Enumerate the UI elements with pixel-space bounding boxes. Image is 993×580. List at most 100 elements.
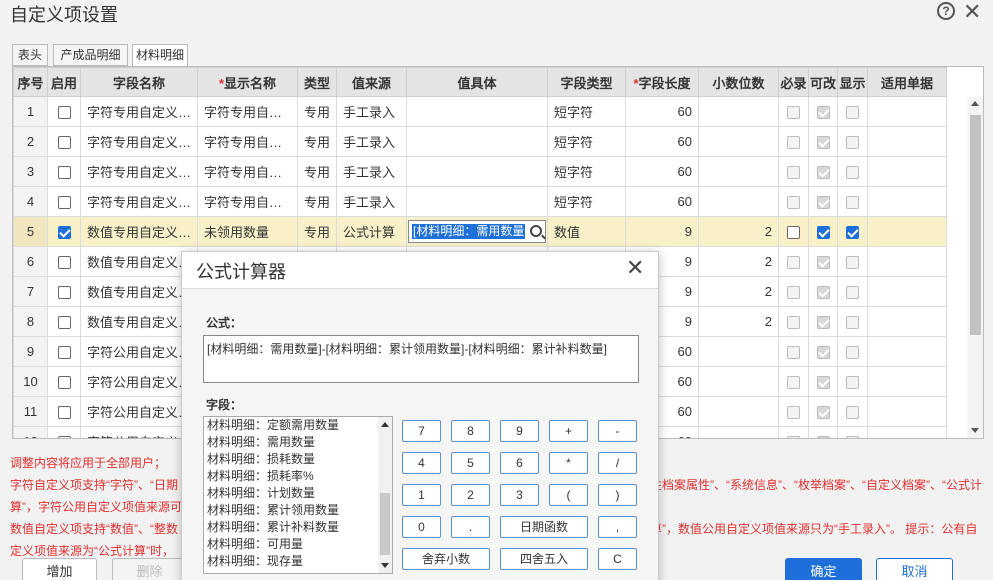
cell-enable[interactable] — [47, 396, 81, 427]
cell-display[interactable] — [837, 96, 868, 127]
list-item[interactable]: 材料明细：需用数量 — [204, 434, 392, 451]
date-function-button[interactable]: 日期函数 — [500, 516, 588, 538]
cell-field-length[interactable]: 60 — [625, 156, 699, 187]
cell-value-source[interactable]: 手工录入 — [336, 126, 407, 157]
cell-decimals[interactable] — [698, 156, 779, 187]
cell-display-name[interactable]: 字符专用自… — [197, 96, 298, 127]
enable-checkbox[interactable] — [57, 286, 71, 300]
col-type[interactable]: 类型 — [297, 67, 337, 97]
cell-required[interactable] — [778, 396, 809, 427]
cell-value-detail[interactable] — [406, 126, 548, 157]
cell-decimals[interactable] — [698, 126, 779, 157]
cell-display[interactable] — [837, 336, 868, 367]
key-lparen-button[interactable]: ( — [549, 484, 588, 506]
enable-checkbox[interactable] — [57, 226, 71, 240]
list-item[interactable]: 材料明细：现存量 — [204, 553, 392, 570]
editable-checkbox[interactable] — [816, 346, 830, 360]
display-checkbox[interactable] — [846, 226, 859, 240]
cell-required[interactable] — [778, 336, 809, 367]
required-checkbox[interactable] — [787, 226, 800, 240]
cell-required[interactable] — [778, 156, 809, 187]
cell-field-name[interactable]: 字符专用自定义… — [80, 186, 198, 217]
cell-enable[interactable] — [47, 306, 81, 337]
cell-type[interactable]: 专用 — [297, 96, 337, 127]
cell-applicable[interactable] — [867, 426, 947, 438]
cell-applicable[interactable] — [867, 186, 947, 217]
cell-field-name[interactable]: 字符专用自定义… — [80, 96, 198, 127]
cell-field-length[interactable]: 9 — [625, 216, 699, 247]
display-checkbox[interactable] — [846, 406, 859, 420]
delete-button[interactable]: 删除 — [112, 558, 187, 580]
tab-finished-goods-detail[interactable]: 产成品明细 — [53, 44, 128, 66]
cell-applicable[interactable] — [867, 156, 947, 187]
cell-enable[interactable] — [47, 216, 81, 247]
display-checkbox[interactable] — [846, 346, 859, 360]
cell-editable[interactable] — [808, 306, 838, 337]
cell-field-type[interactable]: 短字符 — [547, 156, 626, 187]
scroll-down-icon[interactable] — [381, 563, 389, 568]
scroll-down-icon[interactable] — [971, 428, 979, 433]
cell-display[interactable] — [837, 216, 868, 247]
required-checkbox[interactable] — [787, 406, 800, 420]
required-checkbox[interactable] — [787, 196, 800, 210]
table-row[interactable]: 2 字符专用自定义… 字符专用自… 专用 手工录入 短字符 60 — [13, 126, 947, 157]
cell-required[interactable] — [778, 216, 809, 247]
editable-checkbox[interactable] — [816, 436, 830, 438]
cell-applicable[interactable] — [867, 96, 947, 127]
cell-decimals[interactable]: 2 — [698, 276, 779, 307]
table-row[interactable]: 4 字符专用自定义… 字符专用自… 专用 手工录入 短字符 60 — [13, 186, 947, 217]
key-dot-button[interactable]: . — [451, 516, 490, 538]
cell-display-name[interactable]: 字符专用自… — [197, 156, 298, 187]
cell-type[interactable]: 专用 — [297, 126, 337, 157]
cell-type[interactable]: 专用 — [297, 156, 337, 187]
col-enable[interactable]: 启用 — [47, 67, 81, 97]
field-list[interactable]: 材料明细：定额需用数量 材料明细：需用数量 材料明细：损耗数量 材料明细：损耗率% 材料… — [203, 416, 393, 574]
cell-applicable[interactable] — [867, 396, 947, 427]
cell-editable[interactable] — [808, 126, 838, 157]
cell-field-length[interactable]: 60 — [625, 126, 699, 157]
cell-decimals[interactable]: 2 — [698, 246, 779, 277]
cell-value-source[interactable]: 手工录入 — [336, 186, 407, 217]
enable-checkbox[interactable] — [57, 376, 71, 390]
cell-field-name[interactable]: 字符公用自定义… — [80, 366, 198, 397]
cell-editable[interactable] — [808, 246, 838, 277]
editable-checkbox[interactable] — [816, 316, 830, 330]
cell-applicable[interactable] — [867, 276, 947, 307]
editable-checkbox[interactable] — [816, 106, 830, 120]
cell-required[interactable] — [778, 426, 809, 438]
list-item[interactable]: 材料明细：计划数量 — [204, 485, 392, 502]
cell-decimals[interactable] — [698, 396, 779, 427]
display-checkbox[interactable] — [846, 166, 859, 180]
cell-display[interactable] — [837, 246, 868, 277]
required-checkbox[interactable] — [787, 436, 800, 438]
required-checkbox[interactable] — [787, 286, 800, 300]
cell-display[interactable] — [837, 186, 868, 217]
add-button[interactable]: 增加 — [22, 558, 97, 580]
enable-checkbox[interactable] — [57, 196, 71, 210]
cell-field-length[interactable]: 60 — [625, 96, 699, 127]
required-checkbox[interactable] — [787, 166, 800, 180]
col-value-source[interactable]: 值来源 — [336, 67, 407, 97]
col-applicable[interactable]: 适用单据 — [867, 67, 947, 97]
required-checkbox[interactable] — [787, 376, 800, 390]
cell-enable[interactable] — [47, 366, 81, 397]
cell-value-detail[interactable] — [406, 96, 548, 127]
key-multiply-button[interactable]: * — [549, 452, 588, 474]
key-plus-button[interactable]: + — [549, 420, 588, 442]
cell-field-name[interactable]: 数值专用自定义… — [80, 246, 198, 277]
cell-field-name[interactable]: 字符公用自定义… — [80, 396, 198, 427]
cell-applicable[interactable] — [867, 336, 947, 367]
display-checkbox[interactable] — [846, 316, 859, 330]
required-checkbox[interactable] — [787, 316, 800, 330]
list-item[interactable]: 材料明细：定额需用数量 — [204, 417, 392, 434]
list-item[interactable]: 材料明细：可用量 — [204, 536, 392, 553]
list-item[interactable]: 材料明细：累计领用数量 — [204, 502, 392, 519]
editable-checkbox[interactable] — [816, 196, 830, 210]
cell-display-name[interactable]: 未领用数量 — [197, 216, 298, 247]
tab-material-detail[interactable]: 材料明细 — [132, 44, 188, 67]
cell-applicable[interactable] — [867, 246, 947, 277]
cell-editable[interactable] — [808, 216, 838, 247]
cell-required[interactable] — [778, 306, 809, 337]
key-0-button[interactable]: 0 — [402, 516, 441, 538]
display-checkbox[interactable] — [846, 196, 859, 210]
